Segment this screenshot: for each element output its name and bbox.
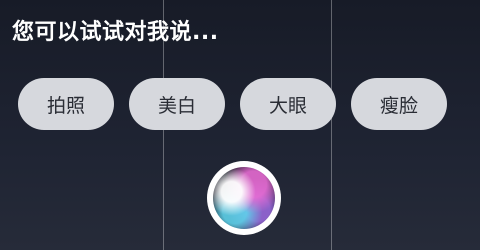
- suggestion-chip-whiten[interactable]: 美白: [129, 78, 225, 130]
- voice-assistant-button[interactable]: [207, 161, 281, 235]
- suggestion-chip-slim-face[interactable]: 瘦脸: [351, 78, 447, 130]
- voice-prompt-text: 您可以试试对我说...: [12, 20, 219, 45]
- suggestion-chip-photo[interactable]: 拍照: [18, 78, 114, 130]
- suggestion-chip-big-eyes[interactable]: 大眼: [240, 78, 336, 130]
- divider-line: [331, 0, 332, 250]
- voice-assistant-orb-icon: [213, 167, 275, 229]
